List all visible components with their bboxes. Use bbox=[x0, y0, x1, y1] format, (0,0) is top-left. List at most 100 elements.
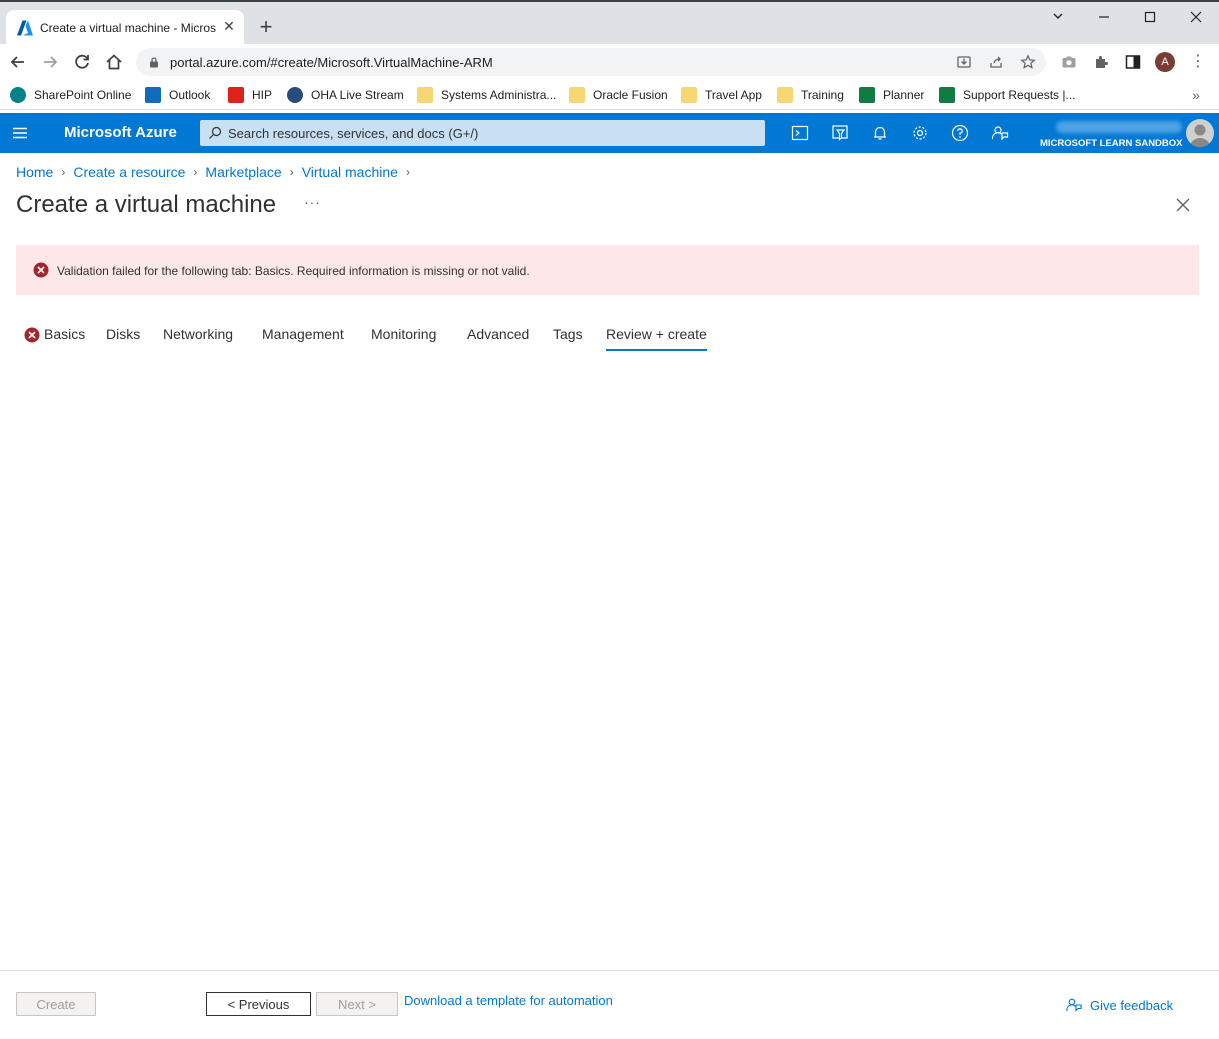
bookmark-oracle-fusion[interactable]: Oracle Fusion bbox=[569, 86, 668, 104]
folder-icon bbox=[417, 87, 433, 103]
azure-top-bar: Microsoft Azure MICROSOFT LEARN SANDBOX bbox=[0, 113, 1219, 153]
maximize-window-icon[interactable] bbox=[1140, 8, 1160, 28]
home-icon[interactable] bbox=[103, 51, 125, 73]
account-directory[interactable]: MICROSOFT LEARN SANDBOX bbox=[1040, 138, 1183, 149]
more-options-icon[interactable]: ··· bbox=[304, 194, 321, 210]
tab-label: Monitoring bbox=[371, 326, 437, 342]
tab-disks[interactable]: Disks bbox=[106, 324, 140, 352]
feedback-icon[interactable] bbox=[991, 124, 1009, 142]
bookmark-hip[interactable]: HIP bbox=[228, 86, 272, 104]
previous-button[interactable]: < Previous bbox=[206, 992, 311, 1016]
global-search[interactable] bbox=[200, 120, 765, 146]
chevron-right-icon: › bbox=[289, 165, 294, 179]
new-tab-icon[interactable]: + bbox=[256, 16, 276, 38]
close-window-icon[interactable] bbox=[1186, 8, 1206, 28]
breadcrumb-virtual-machine[interactable]: Virtual machine bbox=[302, 164, 398, 180]
back-icon[interactable] bbox=[7, 51, 29, 73]
chevron-right-icon: › bbox=[405, 165, 410, 179]
bookmark-label: Systems Administra... bbox=[441, 88, 557, 102]
search-input[interactable] bbox=[228, 123, 748, 143]
tab-review-create[interactable]: Review + create bbox=[606, 324, 707, 352]
tab-monitoring[interactable]: Monitoring bbox=[371, 324, 436, 352]
next-button[interactable]: Next > bbox=[316, 992, 398, 1016]
install-app-icon[interactable] bbox=[956, 54, 972, 70]
breadcrumb-home[interactable]: Home bbox=[16, 164, 53, 180]
error-icon bbox=[33, 262, 49, 278]
forward-icon[interactable] bbox=[39, 51, 61, 73]
camera-extension-icon[interactable] bbox=[1061, 54, 1077, 70]
give-feedback-link[interactable]: Give feedback bbox=[1066, 997, 1173, 1013]
bookmark-star-icon[interactable] bbox=[1020, 54, 1036, 70]
bookmark-label: Planner bbox=[883, 88, 925, 102]
folder-icon bbox=[569, 87, 585, 103]
bookmark-label: Oracle Fusion bbox=[593, 88, 668, 102]
breadcrumb: Home › Create a resource › Marketplace ›… bbox=[16, 163, 418, 181]
tab-search-icon[interactable] bbox=[1048, 8, 1068, 28]
browser-toolbar: portal.azure.com/#create/Microsoft.Virtu… bbox=[0, 44, 1219, 80]
tab-label: Tags bbox=[553, 326, 583, 342]
give-feedback-label: Give feedback bbox=[1090, 997, 1174, 1013]
bookmark-label: Outlook bbox=[169, 88, 211, 102]
browser-tab[interactable]: Create a virtual machine - Micros ✕ bbox=[6, 10, 244, 46]
bookmark-sharepoint[interactable]: SharePoint Online bbox=[10, 86, 131, 104]
search-icon bbox=[209, 126, 222, 139]
close-tab-icon[interactable]: ✕ bbox=[220, 17, 238, 35]
settings-gear-icon[interactable] bbox=[911, 124, 929, 142]
azure-logo-icon bbox=[17, 20, 33, 36]
bookmark-label: Travel App bbox=[705, 88, 762, 102]
bookmark-systems-admin[interactable]: Systems Administra... bbox=[417, 86, 556, 104]
tab-label: Basics bbox=[44, 326, 86, 342]
notifications-bell-icon[interactable] bbox=[871, 124, 889, 142]
tab-label: Review + create bbox=[606, 326, 707, 342]
close-blade-icon[interactable] bbox=[1174, 196, 1192, 214]
create-button[interactable]: Create bbox=[16, 992, 96, 1016]
bookmark-planner[interactable]: Planner bbox=[859, 86, 924, 104]
help-icon[interactable] bbox=[951, 124, 969, 142]
tab-label: Disks bbox=[106, 326, 141, 342]
tab-networking[interactable]: Networking bbox=[163, 324, 233, 352]
share-icon[interactable] bbox=[988, 54, 1004, 70]
validation-error-banner: Validation failed for the following tab:… bbox=[16, 245, 1199, 295]
breadcrumb-marketplace[interactable]: Marketplace bbox=[205, 164, 281, 180]
portal-menu-icon[interactable] bbox=[12, 125, 28, 141]
wizard-footer: Create < Previous Next > Download a temp… bbox=[0, 970, 1219, 1039]
feedback-icon bbox=[1066, 998, 1082, 1012]
browser-tab-title: Create a virtual machine - Micros bbox=[40, 21, 217, 35]
minimize-window-icon[interactable] bbox=[1094, 8, 1114, 28]
tab-advanced[interactable]: Advanced bbox=[467, 324, 529, 352]
bookmark-support-requests[interactable]: Support Requests |... bbox=[939, 86, 1076, 104]
extensions-icon[interactable] bbox=[1093, 54, 1109, 70]
bookmarks-overflow-icon[interactable]: » bbox=[1188, 86, 1204, 104]
stream-icon bbox=[287, 87, 303, 103]
user-silhouette-icon bbox=[1190, 124, 1210, 147]
tab-label: Management bbox=[262, 326, 344, 342]
chevron-right-icon: › bbox=[193, 165, 198, 179]
account-avatar[interactable] bbox=[1186, 119, 1214, 147]
reload-icon[interactable] bbox=[71, 51, 93, 73]
planner-icon bbox=[939, 87, 955, 103]
breadcrumb-create-a-resource[interactable]: Create a resource bbox=[73, 164, 185, 180]
tab-management[interactable]: Management bbox=[262, 324, 344, 352]
directory-filter-icon[interactable] bbox=[831, 124, 849, 142]
browser-menu-icon[interactable]: ⋮ bbox=[1190, 52, 1206, 72]
sharepoint-icon bbox=[10, 87, 26, 103]
bookmarks-bar: SharePoint Online Outlook HIP OHA Live S… bbox=[0, 80, 1219, 110]
bookmark-outlook[interactable]: Outlook bbox=[145, 86, 210, 104]
folder-icon bbox=[777, 87, 793, 103]
address-bar[interactable]: portal.azure.com/#create/Microsoft.Virtu… bbox=[136, 48, 1046, 76]
bookmark-oha-live-stream[interactable]: OHA Live Stream bbox=[287, 86, 404, 104]
azure-brand[interactable]: Microsoft Azure bbox=[64, 124, 177, 141]
tab-tags[interactable]: Tags bbox=[553, 324, 583, 352]
bookmark-travel-app[interactable]: Travel App bbox=[681, 86, 762, 104]
side-panel-icon[interactable] bbox=[1125, 54, 1141, 70]
account-name-redacted[interactable] bbox=[1056, 121, 1182, 133]
hip-icon bbox=[228, 87, 244, 103]
lock-icon[interactable] bbox=[148, 56, 160, 68]
bookmark-label: Support Requests |... bbox=[963, 88, 1076, 102]
bookmark-training[interactable]: Training bbox=[777, 86, 844, 104]
download-template-link[interactable]: Download a template for automation bbox=[404, 993, 613, 1008]
cloud-shell-icon[interactable] bbox=[791, 124, 809, 142]
tab-basics[interactable]: Basics bbox=[24, 324, 85, 352]
bookmark-label: HIP bbox=[252, 88, 273, 102]
profile-avatar[interactable]: A bbox=[1155, 52, 1175, 72]
